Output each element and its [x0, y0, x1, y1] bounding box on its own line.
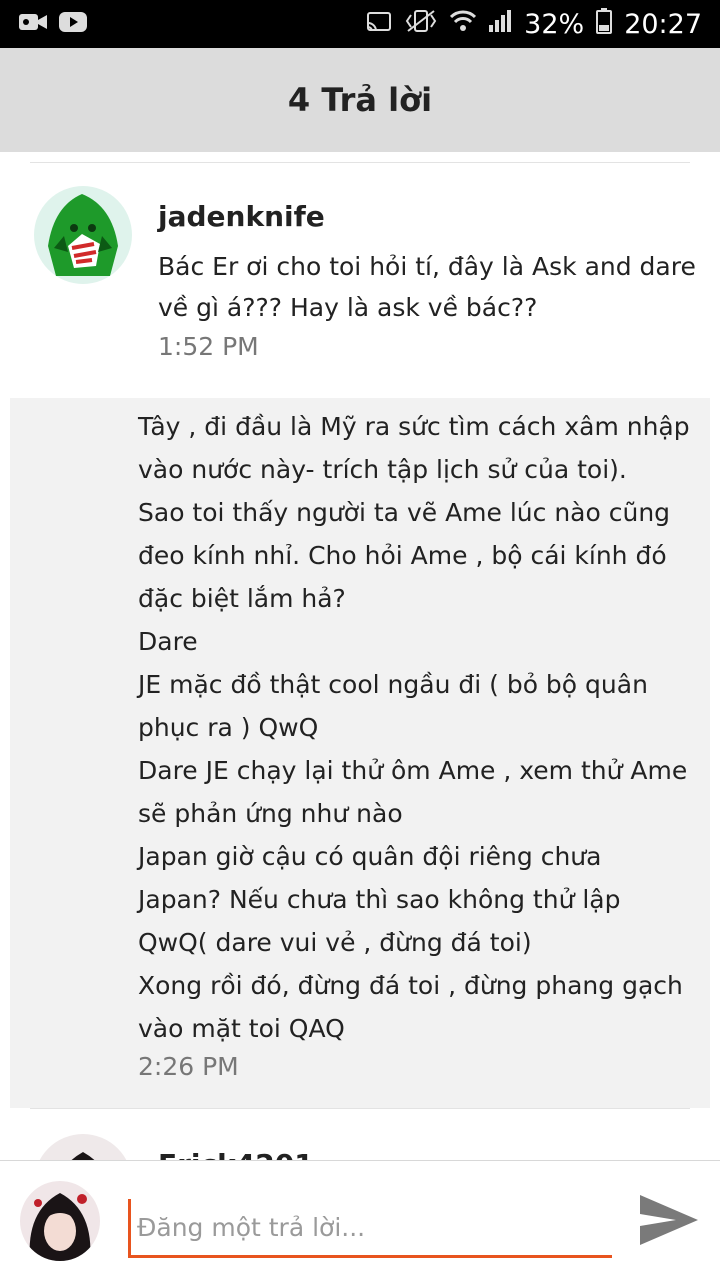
- reply-line: đặc biệt lắm hả?: [138, 584, 346, 613]
- status-bar: 32% 20:27: [0, 0, 720, 48]
- video-camera-icon: [18, 11, 48, 37]
- send-button[interactable]: [636, 1189, 702, 1251]
- reply-line: Japan? Nếu chưa thì sao không thử lập: [138, 885, 621, 914]
- avatar[interactable]: [34, 1134, 132, 1160]
- wifi-icon: [450, 9, 477, 40]
- header: 4 Trả lời: [0, 48, 720, 152]
- reply-line: đeo kính nhỉ. Cho hỏi Ame , bộ cái kính …: [138, 541, 667, 570]
- reply-line: JE mặc đồ thật cool ngầu đi ( bỏ bộ quân: [138, 670, 648, 699]
- reply-line: QwQ( dare vui vẻ , đừng đá toi): [138, 928, 532, 957]
- user-avatar[interactable]: [20, 1181, 100, 1261]
- cast-icon: [366, 9, 392, 40]
- reply-input[interactable]: [128, 1199, 612, 1255]
- divider: [30, 1108, 690, 1109]
- reply-line: Japan giờ cậu có quân đội riêng chưa: [138, 842, 602, 871]
- reply-time: 2:26 PM: [138, 1052, 239, 1081]
- reply-line: Xong rồi đó, đừng đá toi , đừng phang gạ…: [138, 971, 683, 1000]
- divider: [30, 162, 690, 163]
- reply-list[interactable]: jadenknife Bác Er ơi cho toi hỏi tí, đây…: [0, 152, 720, 1160]
- reply-line: vào nước này- trích tập lịch sử của toi)…: [138, 455, 627, 484]
- reply-item-highlighted: ggg g Tây , đi đầu là Mỹ ra sức tìm cách…: [10, 398, 710, 1108]
- clock: 20:27: [624, 8, 702, 40]
- username[interactable]: Erick4201: [158, 1148, 314, 1160]
- signal-icon: [488, 9, 512, 40]
- vibrate-icon: [404, 9, 438, 40]
- reply-line: sẽ phản ứng như nào: [138, 799, 403, 828]
- clipped-text: ggg g: [138, 398, 209, 399]
- reply-line: vào mặt toi QAQ: [138, 1014, 345, 1043]
- reply-input-wrapper: [128, 1199, 612, 1258]
- reply-line: Dare: [138, 627, 198, 656]
- reply-line: Dare JE chạy lại thử ôm Ame , xem thử Am…: [138, 756, 688, 785]
- avatar[interactable]: [34, 186, 132, 284]
- reply-line: phục ra ) QwQ: [138, 713, 319, 742]
- reply-time: 1:52 PM: [158, 332, 259, 361]
- send-icon: [636, 1195, 702, 1255]
- youtube-icon: [58, 11, 88, 37]
- username[interactable]: jadenknife: [158, 200, 325, 233]
- reply-line: Tây , đi đầu là Mỹ ra sức tìm cách xâm n…: [138, 412, 690, 441]
- reply-composer: [0, 1160, 720, 1281]
- page-title: 4 Trả lời: [287, 81, 433, 119]
- reply-message: Bác Er ơi cho toi hỏi tí, đây là Ask and…: [158, 252, 696, 322]
- battery-icon: [596, 7, 613, 41]
- battery-percent: 32%: [524, 8, 585, 40]
- reply-line: Sao toi thấy người ta vẽ Ame lúc nào cũn…: [138, 498, 671, 527]
